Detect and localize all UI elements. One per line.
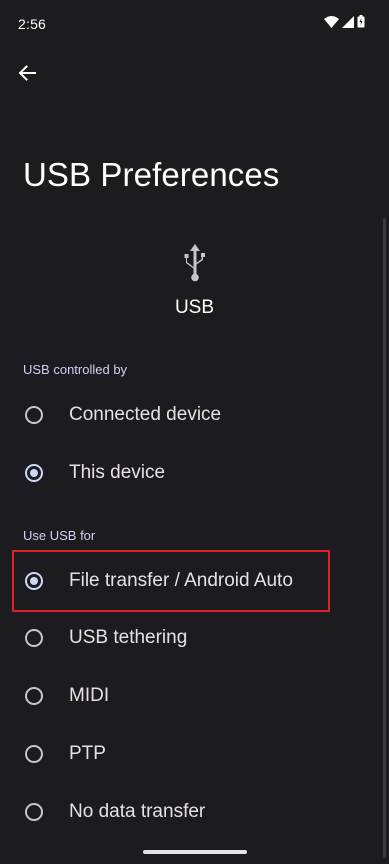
wifi-icon	[324, 15, 339, 28]
option-usb-tethering[interactable]: USB tethering	[0, 612, 385, 664]
radio-connected-device[interactable]	[25, 406, 43, 424]
signal-icon	[342, 15, 354, 28]
page-title: USB Preferences	[23, 156, 280, 193]
status-time: 2:56	[18, 16, 47, 32]
option-connected-device[interactable]: Connected device	[0, 389, 385, 441]
radio-ptp[interactable]	[25, 745, 43, 763]
option-this-device[interactable]: This device	[0, 447, 385, 499]
section-header-use-usb-for: Use USB for	[23, 528, 96, 543]
option-label: USB tethering	[69, 627, 188, 648]
option-label: Connected device	[69, 404, 222, 425]
radio-midi[interactable]	[25, 687, 43, 705]
usb-icon	[178, 243, 212, 283]
option-ptp[interactable]: PTP	[0, 728, 385, 780]
option-label: MIDI	[69, 685, 110, 706]
option-label: No data transfer	[69, 801, 206, 822]
usb-label: USB	[174, 297, 215, 318]
section-header-controlled-by: USB controlled by	[23, 362, 128, 377]
highlight-box	[12, 550, 330, 612]
option-label: This device	[69, 462, 166, 483]
option-no-data-transfer[interactable]: No data transfer	[0, 786, 385, 838]
option-midi[interactable]: MIDI	[0, 670, 385, 722]
status-bar: 2:56	[0, 0, 389, 48]
option-label: PTP	[69, 743, 106, 764]
battery-icon	[357, 15, 365, 28]
gesture-navigation-bar[interactable]	[143, 850, 247, 854]
back-button[interactable]	[10, 58, 44, 92]
status-icons	[324, 15, 365, 28]
radio-no-data-transfer[interactable]	[25, 803, 43, 821]
radio-this-device[interactable]	[25, 464, 43, 482]
radio-usb-tethering[interactable]	[25, 629, 43, 647]
arrow-back-icon	[18, 64, 36, 87]
